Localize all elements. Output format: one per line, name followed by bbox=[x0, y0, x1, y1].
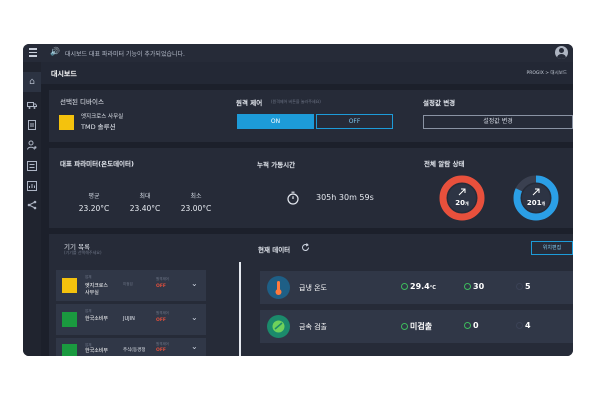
stat-min-label: 최소 bbox=[190, 193, 202, 200]
data-row-value-main: 29.4°C bbox=[401, 282, 436, 291]
top-bar: 🔊 대시보드 대표 파라미터 기능이 추가되었습니다. bbox=[23, 44, 573, 62]
remote-off-button[interactable]: OFF bbox=[316, 114, 393, 129]
device-color-swatch bbox=[62, 278, 77, 293]
thermometer-icon bbox=[267, 276, 290, 299]
chevron-down-icon[interactable]: ⌄ bbox=[191, 342, 198, 351]
speaker-icon: 🔊 bbox=[50, 47, 60, 56]
device-off-status: OFF bbox=[156, 348, 166, 353]
alarm-ring-1: 201개 bbox=[513, 175, 559, 221]
edit-position-button[interactable]: 위치편집 bbox=[531, 241, 573, 255]
status-dot-icon bbox=[401, 283, 408, 290]
runtime-panel: 누적 가동시간 305h 30m 59s bbox=[249, 148, 409, 228]
stat-avg-label: 평균 bbox=[88, 193, 100, 200]
chevron-down-icon[interactable]: ⌄ bbox=[191, 279, 198, 288]
data-row-name: 금속 검출 bbox=[299, 323, 327, 331]
page-title: 대시보드 bbox=[51, 70, 77, 78]
selected-device-line2: TMD 솔루션 bbox=[81, 123, 116, 131]
device-off-label: 원격제어 bbox=[156, 311, 169, 315]
alarm-ring-0: 20개 bbox=[439, 175, 485, 221]
data-row-temperature[interactable]: 급냉 온도 29.4°C 30 5 bbox=[260, 271, 573, 304]
app-window: 🔊 대시보드 대표 파라미터 기능이 추가되었습니다. ⌂ 대시보드 PROGI… bbox=[23, 44, 573, 356]
status-dot-icon bbox=[516, 283, 523, 290]
device-tag: 업체 bbox=[85, 275, 92, 279]
runtime-value: 305h 30m 59s bbox=[316, 193, 374, 202]
status-dot-icon bbox=[516, 322, 523, 329]
list-item[interactable]: 업체 엣지크로스 사무실 미점검 원격제어 OFF ⌄ bbox=[56, 270, 206, 301]
selected-device-line1: 엣지크로스 사무실 bbox=[81, 114, 124, 120]
data-row-value-main: 미검출 bbox=[401, 321, 432, 332]
data-row-value-3: 5 bbox=[516, 282, 531, 291]
device-tag: 업체 bbox=[85, 309, 92, 313]
device-off-label: 원격제어 bbox=[156, 277, 169, 281]
stat-min-value: 23.00°C bbox=[180, 204, 212, 213]
settings-change-button[interactable]: 설정값 변경 bbox=[423, 115, 573, 129]
representative-title: 대표 파라미터(온도데이터) bbox=[60, 160, 134, 168]
representative-param-panel: 대표 파라미터(온도데이터) 평균 23.20°C 최대 23.40°C 최소 … bbox=[49, 148, 249, 228]
stat-max-label: 최대 bbox=[139, 193, 151, 200]
alarm-ring-value: 201개 bbox=[527, 199, 546, 207]
device-status: 미점검 bbox=[123, 282, 133, 286]
alarm-ring-center bbox=[448, 184, 476, 212]
refresh-icon[interactable] bbox=[301, 243, 310, 252]
data-row-value-3: 4 bbox=[516, 321, 531, 330]
stat-max-value: 23.40°C bbox=[129, 204, 161, 213]
settings-label: 설정값 변경 bbox=[423, 99, 456, 107]
selected-device-panel: 선택된 디바이스 엣지크로스 사무실 TMD 솔루션 bbox=[49, 90, 227, 142]
selected-device-label: 선택된 디바이스 bbox=[60, 98, 104, 106]
device-list-panel: 기기 목록 (기기를 선택해주세요) 업체 엣지크로스 사무실 미점검 원격제어 … bbox=[49, 234, 249, 356]
device-status: 주식(동경정 bbox=[123, 348, 146, 353]
alarm-panel: 전체 알람 상태 20개 201개 bbox=[409, 148, 573, 228]
page-header: 대시보드 PROGIX > 대시보드 bbox=[41, 62, 573, 84]
sidebar: ⌂ bbox=[23, 62, 41, 356]
user-icon[interactable] bbox=[555, 46, 568, 59]
remote-on-button[interactable]: ON bbox=[237, 114, 314, 129]
status-dot-icon bbox=[464, 283, 471, 290]
runtime-title: 누적 가동시간 bbox=[257, 161, 296, 169]
current-data-title: 현재 데이터 bbox=[258, 246, 291, 254]
document-icon[interactable] bbox=[27, 120, 37, 130]
device-off-label: 원격제어 bbox=[156, 342, 169, 346]
data-row-value-2: 30 bbox=[464, 282, 484, 291]
device-list-subtitle: (기기를 선택해주세요) bbox=[64, 250, 102, 255]
chevron-down-icon[interactable]: ⌄ bbox=[191, 313, 198, 322]
list-item[interactable]: 업체 한국소비부 JUJIN 원격제어 OFF ⌄ bbox=[56, 304, 206, 335]
list-icon[interactable] bbox=[27, 161, 37, 171]
alarm-ring-value: 20개 bbox=[455, 199, 469, 207]
remote-control-hint: (원격제어 버튼을 눌러주세요) bbox=[271, 99, 321, 104]
settings-panel: 설정값 변경 설정값 변경 bbox=[401, 90, 573, 142]
stat-avg-value: 23.20°C bbox=[78, 204, 110, 213]
list-item[interactable]: 업체 한국소비부 주식(동경정 원격제어 OFF ⌄ bbox=[56, 338, 206, 356]
metal-detect-icon bbox=[267, 315, 290, 338]
home-icon[interactable]: ⌂ bbox=[27, 77, 37, 87]
current-data-panel: 현재 데이터 위치편집 급냉 온도 29.4°C 30 5 금속 검출 미검출 … bbox=[249, 234, 573, 356]
breadcrumb: PROGIX > 대시보드 bbox=[526, 71, 567, 76]
device-color-swatch bbox=[59, 115, 74, 130]
device-list-scrollbar[interactable] bbox=[239, 262, 241, 356]
data-row-name: 급냉 온도 bbox=[299, 284, 327, 292]
device-off-status: OFF bbox=[156, 318, 166, 323]
truck-icon[interactable] bbox=[27, 100, 37, 110]
device-off-status: OFF bbox=[156, 284, 166, 289]
device-status: JUJIN bbox=[123, 316, 135, 322]
device-color-swatch bbox=[62, 312, 77, 327]
device-color-swatch bbox=[62, 344, 77, 356]
chart-icon[interactable] bbox=[27, 181, 37, 191]
remote-control-panel: 원격 제어 (원격제어 버튼을 눌러주세요) ON OFF bbox=[227, 90, 401, 142]
remote-control-label: 원격 제어 bbox=[236, 99, 263, 107]
status-dot-icon bbox=[464, 322, 471, 329]
share-icon[interactable] bbox=[27, 200, 37, 210]
menu-icon[interactable] bbox=[29, 48, 39, 58]
alarm-ring-center bbox=[522, 184, 550, 212]
data-row-metal-detect[interactable]: 금속 검출 미검출 0 4 bbox=[260, 310, 573, 343]
device-name: 한국소비부 bbox=[85, 316, 109, 322]
data-row-value-2: 0 bbox=[464, 321, 479, 330]
device-name: 엣지크로스 사무실 bbox=[85, 283, 109, 296]
device-name: 한국소비부 bbox=[85, 348, 109, 354]
main-content: 대시보드 PROGIX > 대시보드 선택된 디바이스 엣지크로스 사무실 TM… bbox=[41, 62, 573, 356]
stopwatch-icon bbox=[287, 191, 299, 205]
alarm-rings: 20개 201개 bbox=[439, 175, 559, 221]
notice-text: 대시보드 대표 파라미터 기능이 추가되었습니다. bbox=[65, 51, 185, 58]
status-dot-icon bbox=[401, 323, 408, 330]
user-settings-icon[interactable] bbox=[27, 140, 37, 150]
